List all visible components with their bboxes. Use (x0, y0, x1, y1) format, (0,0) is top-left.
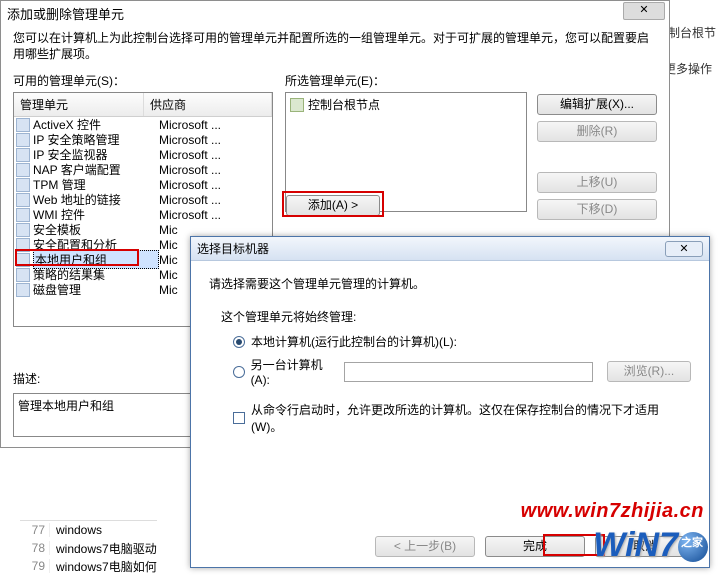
tree-root-label: 控制台根节点 (308, 96, 380, 113)
snapin-icon (16, 283, 30, 297)
snapin-vendor: Microsoft ... (159, 193, 270, 207)
remote-computer-input[interactable] (344, 362, 593, 382)
snapin-row[interactable]: Web 地址的链接Microsoft ... (14, 192, 272, 207)
snapin-icon (16, 178, 30, 192)
column-header-vendor[interactable]: 供应商 (144, 93, 272, 116)
allow-change-checkbox-row[interactable]: 从命令行启动时，允许更改所选的计算机。这仅在保存控制台的情况下才适用(W)。 (233, 401, 691, 435)
snapin-vendor: Microsoft ... (159, 148, 270, 162)
dialog-description: 您可以在计算机上为此控制台选择可用的管理单元并配置所选的一组管理单元。对于可扩展… (13, 31, 657, 62)
finish-button[interactable]: 完成 (485, 536, 585, 557)
back-button[interactable]: < 上一步(B) (375, 536, 475, 557)
snapin-vendor: Microsoft ... (159, 208, 270, 222)
background-fragment: 制台根节 (668, 24, 716, 41)
close-icon[interactable]: ✕ (623, 2, 665, 20)
site-logo: WiN7 (593, 526, 708, 565)
snapin-vendor: Microsoft ... (159, 118, 270, 132)
snapin-row[interactable]: TPM 管理Microsoft ... (14, 177, 272, 192)
close-icon[interactable]: ✕ (665, 241, 703, 257)
snapin-icon (16, 193, 30, 207)
snapin-icon (16, 163, 30, 177)
tree-root-node[interactable]: 控制台根节点 (288, 95, 524, 114)
snapin-icon (16, 268, 30, 282)
snapin-vendor: Microsoft ... (159, 133, 270, 147)
snapin-icon (16, 118, 30, 132)
snapin-icon (16, 148, 30, 162)
snapin-icon (16, 223, 30, 237)
dialog2-prompt: 请选择需要这个管理单元管理的计算机。 (209, 275, 691, 292)
edit-extensions-button[interactable]: 编辑扩展(X)... (537, 94, 657, 115)
radio-another-computer[interactable]: 另一台计算机(A): 浏览(R)... (233, 356, 691, 387)
selected-snapins-label: 所选管理单元(E)： (285, 72, 657, 89)
checkbox-icon (233, 412, 245, 424)
dialog-title: 添加或删除管理单元 (1, 1, 669, 23)
snapin-name: 磁盘管理 (33, 281, 159, 298)
snapin-icon (16, 253, 30, 267)
radio-local-label: 本地计算机(运行此控制台的计算机)(L): (251, 333, 457, 350)
snapin-icon (16, 208, 30, 222)
available-snapins-label: 可用的管理单元(S)： (13, 72, 273, 89)
watermark-url: www.win7zhijia.cn (521, 500, 704, 523)
snapin-row[interactable]: NAP 客户端配置Microsoft ... (14, 162, 272, 177)
snapin-row[interactable]: ActiveX 控件Microsoft ... (14, 117, 272, 132)
snapin-row[interactable]: IP 安全监视器Microsoft ... (14, 147, 272, 162)
add-button[interactable]: 添加(A) > (286, 195, 380, 216)
browse-button[interactable]: 浏览(R)... (607, 361, 691, 382)
radio-icon (233, 336, 245, 348)
radio-icon (233, 366, 245, 378)
move-up-button[interactable]: 上移(U) (537, 172, 657, 193)
snapin-vendor: Microsoft ... (159, 178, 270, 192)
group-label: 这个管理单元将始终管理: (221, 308, 691, 325)
snapin-row[interactable]: IP 安全策略管理Microsoft ... (14, 132, 272, 147)
snapin-row[interactable]: WMI 控件Microsoft ... (14, 207, 272, 222)
move-down-button[interactable]: 下移(D) (537, 199, 657, 220)
column-header-snapin[interactable]: 管理单元 (14, 93, 144, 116)
description-label: 描述: (13, 370, 40, 387)
folder-icon (290, 98, 304, 112)
snapin-vendor: Microsoft ... (159, 163, 270, 177)
radio-remote-label: 另一台计算机(A): (251, 356, 338, 387)
radio-local-computer[interactable]: 本地计算机(运行此控制台的计算机)(L): (233, 333, 691, 350)
snapin-vendor: Mic (159, 223, 270, 237)
snapin-icon (16, 238, 30, 252)
snapin-icon (16, 133, 30, 147)
remove-button[interactable]: 删除(R) (537, 121, 657, 142)
background-rows: 77windows 78windows7电脑驱动 79windows7电脑如何 (20, 520, 157, 575)
snapin-row[interactable]: 安全模板Mic (14, 222, 272, 237)
background-fragment: 更多操作 (664, 60, 712, 77)
dialog2-title: 选择目标机器 (197, 240, 269, 257)
allow-change-label: 从命令行启动时，允许更改所选的计算机。这仅在保存控制台的情况下才适用(W)。 (251, 401, 681, 435)
